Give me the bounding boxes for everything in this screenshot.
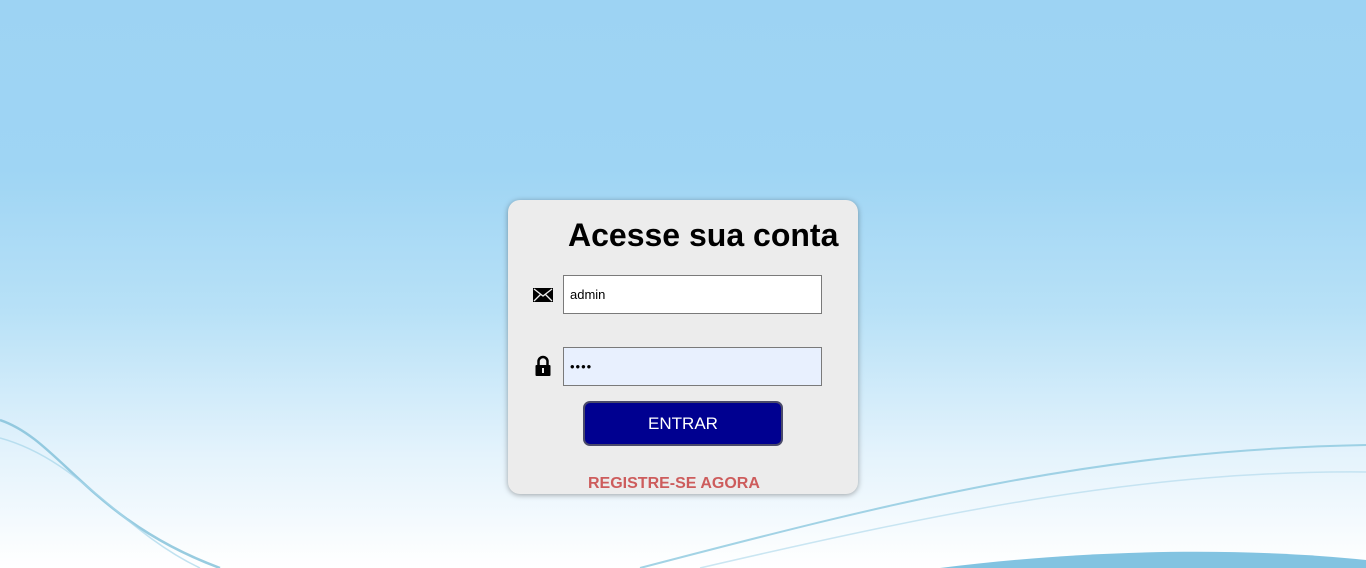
login-title: Acesse sua conta <box>568 217 839 253</box>
register-link[interactable]: REGISTRE-SE AGORA <box>588 475 760 493</box>
enter-button[interactable]: ENTRAR <box>583 401 783 446</box>
lock-icon <box>532 355 554 377</box>
login-card: Acesse sua conta ENTRAR REGISTRE-SE AGOR… <box>508 200 858 494</box>
email-field[interactable] <box>563 275 822 314</box>
password-field[interactable] <box>563 347 822 386</box>
envelope-icon <box>532 284 554 306</box>
